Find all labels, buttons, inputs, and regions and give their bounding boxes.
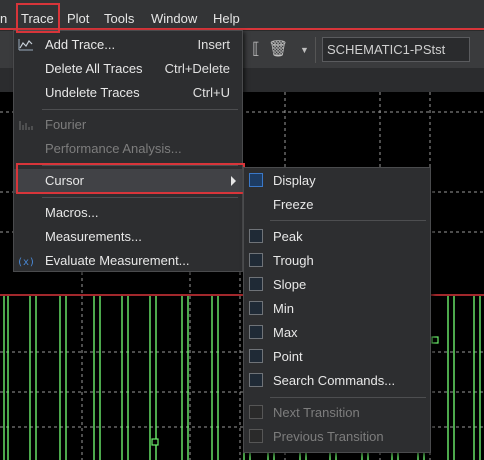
search-commands-icon [249,373,263,387]
cursor-item-next-transition: Next Transition [244,401,430,425]
menu-window[interactable]: Window [151,0,197,30]
previous-transition-icon [249,429,263,443]
undelete-shortcut: Ctrl+U [192,85,230,100]
trough-label: Trough [273,253,314,268]
toolbar-separator [315,37,316,63]
svg-text:(x): (x) [17,257,33,268]
menu-tools[interactable]: Tools [104,0,134,30]
max-icon [249,325,263,339]
add-trace-shortcut: Insert [197,37,230,52]
cursor-item-peak[interactable]: Peak [244,225,430,249]
peak-label: Peak [273,229,303,244]
menu-item-add-trace[interactable]: Add Trace... Insert [14,33,242,57]
cursor-item-trough[interactable]: Trough [244,249,430,273]
cursor-item-max[interactable]: Max [244,321,430,345]
point-label: Point [273,349,303,364]
fourier-label: Fourier [45,117,87,132]
menu-item-cursor[interactable]: Cursor [14,169,242,193]
previous-transition-label: Previous Transition [273,429,384,444]
undelete-label: Undelete Traces [45,85,140,100]
freeze-label: Freeze [273,197,314,212]
add-trace-label: Add Trace... [45,37,116,52]
menu-item-performance-analysis: Performance Analysis... [14,137,242,161]
performance-analysis-label: Performance Analysis... [45,141,182,156]
toolbar-bracket-icon[interactable]: ⟦ [252,39,260,59]
menu-separator [270,397,426,398]
menu-item-fourier: Fourier [14,113,242,137]
submenu-arrow-icon [231,176,236,186]
min-icon [249,301,263,315]
fourier-icon [19,121,33,130]
menu-separator [42,109,238,110]
cursor-item-search-commands[interactable]: Search Commands... [244,369,430,393]
schematic-select[interactable]: SCHEMATIC1-PStst [322,37,470,62]
menu-item-macros[interactable]: Macros... [14,201,242,225]
next-transition-label: Next Transition [273,405,360,420]
cursor-display-icon [249,173,263,187]
delete-all-shortcut: Ctrl+Delete [164,61,230,76]
toolbar-delete-icon[interactable]: 🗑 [268,39,288,59]
macros-label: Macros... [45,205,99,220]
cursor-item-display[interactable]: Display [244,169,430,193]
cursor-item-min[interactable]: Min [244,297,430,321]
cursor-item-previous-transition: Previous Transition [244,425,430,449]
evaluate-measurement-label: Evaluate Measurement... [45,253,190,268]
cursor-submenu: Display Freeze Peak Trough Slope Min Max… [243,167,431,453]
cursor-item-freeze[interactable]: Freeze [244,193,430,217]
trace-menu: Add Trace... Insert Delete All Traces Ct… [13,30,243,272]
peak-icon [249,229,263,243]
menu-item-evaluate-measurement[interactable]: (x) Evaluate Measurement... [14,249,242,273]
delete-all-label: Delete All Traces [45,61,143,76]
evaluate-measurement-icon: (x) [17,257,33,268]
cursor-item-point[interactable]: Point [244,345,430,369]
menu-help[interactable]: Help [213,0,240,30]
menu-item-delete-all-traces[interactable]: Delete All Traces Ctrl+Delete [14,57,242,81]
toolbar-dropdown-icon[interactable]: ▼ [300,45,309,55]
menu-separator [42,165,238,166]
add-trace-icon [18,39,33,51]
min-label: Min [273,301,294,316]
menu-separator [42,197,238,198]
max-label: Max [273,325,298,340]
menu-trace[interactable]: Trace [21,0,54,30]
menu-separator [270,220,426,221]
menu-bar: n Trace Plot Tools Window Help [0,0,484,30]
search-commands-label: Search Commands... [273,373,396,388]
point-icon [249,349,263,363]
menu-file-partial[interactable]: n [0,0,7,30]
cursor-item-slope[interactable]: Slope [244,273,430,297]
menu-plot[interactable]: Plot [67,0,89,30]
next-transition-icon [249,405,263,419]
measurements-label: Measurements... [45,229,142,244]
slope-label: Slope [273,277,307,292]
menu-item-measurements[interactable]: Measurements... [14,225,242,249]
slope-icon [249,277,263,291]
menu-item-undelete-traces[interactable]: Undelete Traces Ctrl+U [14,81,242,105]
display-label: Display [273,173,316,188]
trough-icon [249,253,263,267]
cursor-label: Cursor [45,173,85,188]
